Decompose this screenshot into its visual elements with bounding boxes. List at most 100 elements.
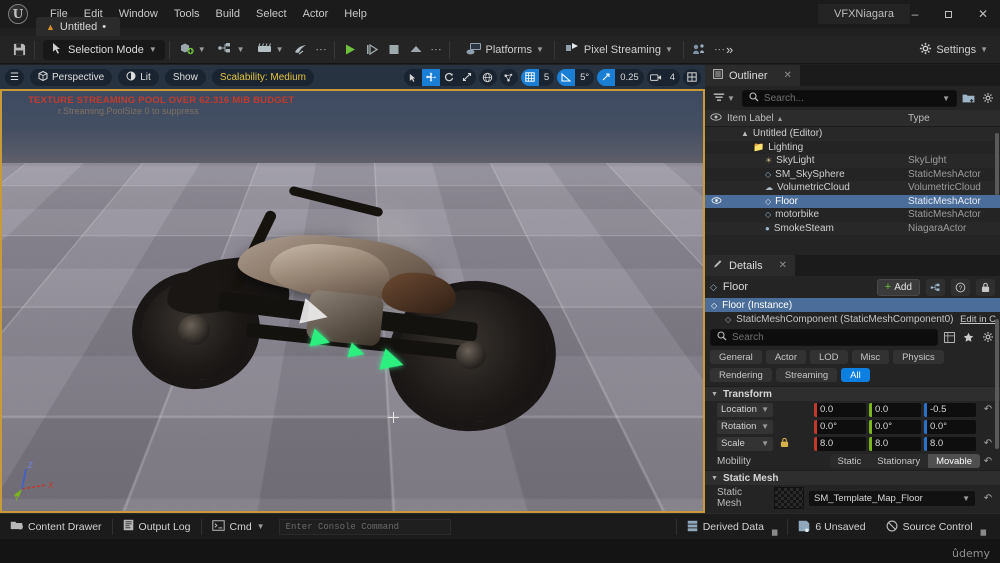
details-search-input[interactable]: Search bbox=[710, 328, 938, 346]
motorbike-model[interactable] bbox=[120, 185, 590, 442]
scale-snap-value[interactable]: 0.25 bbox=[615, 69, 644, 86]
transform-section-header[interactable]: ▼ Transform bbox=[705, 386, 1000, 401]
row-visibility-toggle[interactable] bbox=[705, 196, 727, 206]
outliner-row-floor[interactable]: ◇ Floor StaticMeshActor bbox=[705, 194, 1000, 208]
maximize-button[interactable] bbox=[932, 0, 966, 28]
chip-streaming[interactable]: Streaming bbox=[775, 368, 838, 382]
help-icon[interactable]: ? bbox=[951, 278, 970, 296]
cmd-button[interactable]: Cmd ▼ bbox=[202, 514, 275, 540]
scale-y-field[interactable]: 8.0 bbox=[869, 436, 921, 451]
gear-icon[interactable] bbox=[980, 91, 995, 106]
static-mesh-asset-picker[interactable]: SM_Template_Map_Floor ▼ bbox=[809, 490, 975, 506]
cinematics-button[interactable]: ▼ bbox=[251, 40, 290, 60]
component-row-staticmeshcomponent[interactable]: ◇ StaticMeshComponent (StaticMeshCompone… bbox=[705, 312, 1000, 326]
menu-tools[interactable]: Tools bbox=[166, 4, 208, 24]
blueprints-button[interactable]: ▼ bbox=[212, 40, 251, 60]
chip-actor[interactable]: Actor bbox=[765, 350, 806, 364]
outliner-row-lighting[interactable]: 📁 Lighting bbox=[705, 141, 1000, 155]
multiuser-icon[interactable] bbox=[688, 40, 710, 60]
scale-z-field[interactable]: 8.0 bbox=[924, 436, 976, 451]
platforms-button[interactable]: Platforms ▼ bbox=[460, 40, 550, 60]
lock-icon[interactable] bbox=[976, 278, 995, 296]
outliner-search-input[interactable]: Search... ▼ bbox=[741, 89, 957, 107]
camera-icon[interactable] bbox=[647, 69, 665, 86]
viewport-layout-icon[interactable] bbox=[683, 69, 701, 86]
chevron-double-right-icon[interactable]: » bbox=[726, 42, 733, 57]
pixel-streaming-button[interactable]: Pixel Streaming ▼ bbox=[559, 40, 679, 60]
scalability-button[interactable]: Scalability: Medium bbox=[211, 68, 314, 86]
scale-x-field[interactable]: 8.0 bbox=[814, 436, 866, 451]
hamburger-icon[interactable]: ☰ bbox=[5, 68, 24, 86]
filter-icon[interactable]: ▼ bbox=[710, 93, 738, 103]
chip-rendering[interactable]: Rendering bbox=[710, 368, 772, 382]
close-icon[interactable]: ✕ bbox=[784, 70, 792, 81]
content-drawer-button[interactable]: Content Drawer bbox=[0, 514, 112, 540]
play-icon[interactable] bbox=[339, 40, 361, 60]
chip-all[interactable]: All bbox=[841, 368, 870, 382]
chip-physics[interactable]: Physics bbox=[893, 350, 944, 364]
move-icon[interactable] bbox=[421, 68, 440, 86]
rotation-x-field[interactable]: 0.0° bbox=[814, 419, 866, 434]
location-y-field[interactable]: 0.0 bbox=[869, 402, 921, 417]
chip-misc[interactable]: Misc bbox=[851, 350, 890, 364]
toolbar-overflow-dots[interactable]: ⋮ bbox=[312, 44, 330, 55]
stop-icon[interactable] bbox=[383, 40, 405, 60]
outliner-row-motorbike[interactable]: ◇ motorbike StaticMeshActor bbox=[705, 208, 1000, 222]
close-icon[interactable]: ✕ bbox=[779, 260, 787, 271]
rotation-dropdown[interactable]: Rotation ▼ bbox=[717, 419, 773, 434]
blueprint-icon[interactable] bbox=[926, 278, 945, 296]
reset-arrow-icon[interactable]: ↶ bbox=[980, 404, 996, 415]
source-control-button[interactable]: Source Control ▆ bbox=[876, 514, 996, 540]
columns-icon[interactable] bbox=[942, 330, 957, 345]
location-z-field[interactable]: -0.5 bbox=[924, 402, 976, 417]
move-gizmo-arrow-2[interactable] bbox=[347, 342, 367, 362]
gear-icon[interactable] bbox=[980, 330, 995, 345]
globe-icon[interactable] bbox=[479, 69, 497, 86]
tab-outliner[interactable]: Outliner ✕ bbox=[705, 65, 800, 86]
scale-dropdown[interactable]: Scale ▼ bbox=[717, 436, 773, 451]
output-log-button[interactable]: Output Log bbox=[113, 514, 201, 540]
reset-arrow-icon[interactable]: ↶ bbox=[980, 438, 996, 449]
perspective-button[interactable]: Perspective bbox=[30, 68, 113, 86]
settings-button[interactable]: Settings ▼ bbox=[913, 40, 994, 60]
derived-data-button[interactable]: Derived Data ▆ bbox=[677, 514, 788, 540]
reset-arrow-icon[interactable]: ↶ bbox=[980, 456, 996, 467]
static-mesh-thumbnail[interactable] bbox=[774, 487, 804, 509]
play-overflow-dots[interactable]: ⋮ bbox=[427, 44, 445, 55]
save-icon[interactable] bbox=[8, 40, 30, 60]
camera-speed-value[interactable]: 4 bbox=[665, 69, 680, 86]
star-icon[interactable] bbox=[961, 330, 976, 345]
select-icon[interactable] bbox=[404, 69, 422, 86]
menu-select[interactable]: Select bbox=[248, 4, 295, 24]
level-viewport[interactable]: X Y Z TEXTURE STREAMING POOL OVER 62.316… bbox=[0, 65, 705, 513]
edit-in-cpp-link[interactable]: Edit in C bbox=[960, 314, 996, 325]
grid-snap-value[interactable]: 5 bbox=[539, 69, 554, 86]
scale-lock-icon[interactable] bbox=[777, 437, 791, 451]
rotation-y-field[interactable]: 0.0° bbox=[869, 419, 921, 434]
add-component-button[interactable]: + Add bbox=[876, 278, 920, 296]
outliner-row-smokesteam[interactable]: ● SmokeSteam NiagaraActor bbox=[705, 221, 1000, 235]
reset-arrow-icon[interactable]: ↶ bbox=[980, 493, 996, 504]
outliner-row-volumetriccloud[interactable]: ☁ VolumetricCloud VolumetricCloud bbox=[705, 181, 1000, 195]
outliner-row-sm-skysphere[interactable]: ◇ SM_SkySphere StaticMeshActor bbox=[705, 168, 1000, 182]
item-label-column[interactable]: Item Label ▲ bbox=[727, 113, 908, 124]
surface-snap-icon[interactable] bbox=[500, 69, 518, 86]
tab-details[interactable]: Details ✕ bbox=[705, 255, 796, 276]
chip-lod[interactable]: LOD bbox=[810, 350, 848, 364]
outliner-row-untitled-editor[interactable]: ▲ Untitled (Editor) bbox=[705, 127, 1000, 141]
move-gizmo-arrow-1[interactable] bbox=[309, 328, 333, 352]
mobility-stationary[interactable]: Stationary bbox=[869, 454, 928, 468]
scale-icon[interactable] bbox=[458, 69, 476, 86]
show-menu-button[interactable]: Show bbox=[164, 68, 206, 86]
sequencer-icon[interactable] bbox=[290, 40, 312, 60]
type-column[interactable]: Type bbox=[908, 113, 1000, 124]
minimize-button[interactable]: – bbox=[898, 0, 932, 28]
location-x-field[interactable]: 0.0 bbox=[814, 402, 866, 417]
viewport-scene[interactable]: X Y Z bbox=[0, 89, 705, 513]
scale-snap-icon[interactable] bbox=[597, 68, 616, 86]
grid-snap-icon[interactable] bbox=[520, 68, 539, 86]
angle-snap-value[interactable]: 5° bbox=[575, 69, 594, 86]
rotate-icon[interactable] bbox=[440, 69, 458, 86]
view-mode-button[interactable]: Lit bbox=[118, 68, 159, 86]
new-folder-icon[interactable] bbox=[961, 91, 976, 106]
